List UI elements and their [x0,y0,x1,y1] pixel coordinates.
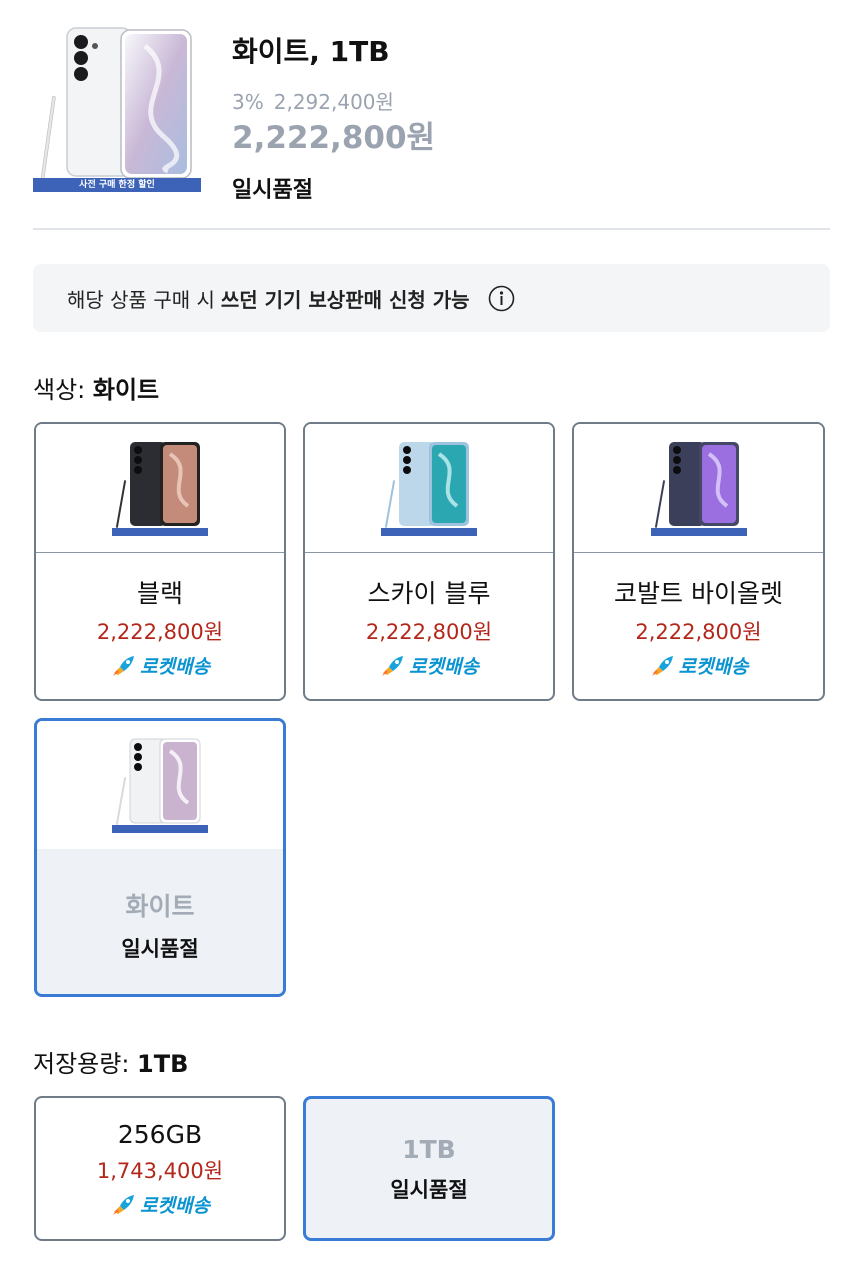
option-image [37,721,283,850]
delivery-label: 로켓배송 [409,656,479,678]
rocket-icon [113,1194,135,1215]
sale-price: 2,222,800원 [232,120,436,156]
original-price-row: 3% 2,292,400원 [232,86,394,115]
product-image-banner: 사전 구매 한정 할인 [79,180,155,190]
rocket-icon [113,655,135,676]
option-name: 스카이 블루 [367,579,491,608]
delivery-label: 로켓배송 [678,656,749,678]
option-image [36,424,284,553]
color-option-black[interactable]: 블랙 2,222,800원 로켓배송 [34,422,286,701]
delivery-label: 로켓배송 [140,656,210,678]
stock-status: 일시품절 [232,178,313,203]
option-name: 1TB [402,1135,456,1164]
rocket-delivery-badge: 로켓배송 [574,652,823,679]
color-option-white[interactable]: 화이트 일시품절 [34,718,286,997]
product-image: 사전 구매 한정 할인 [33,26,203,196]
selected-color: 화이트 [92,376,160,404]
option-price: 2,222,800원 [365,620,493,644]
trade-in-notice: 해당 상품 구매 시 쓰던 기기 보상판매 신청 가능 [33,264,830,332]
storage-option-1tb[interactable]: 1TB 일시품절 [303,1096,555,1241]
option-name: 블랙 [136,579,183,608]
rocket-delivery-badge: 로켓배송 [36,652,284,679]
rocket-icon [651,655,673,676]
option-name: 화이트 [125,892,195,921]
discount-percent: 3% [232,90,264,114]
option-image [305,424,553,553]
option-price: 2,222,800원 [96,620,224,644]
rocket-delivery-badge: 로켓배송 [36,1191,284,1218]
divider [33,228,830,230]
notice-text: 해당 상품 구매 시 [67,287,215,312]
option-image [574,424,823,553]
option-info: 화이트 일시품절 [37,849,283,994]
color-section-title: 색상: 화이트 [33,370,159,405]
rocket-icon [382,655,404,676]
option-price: 1,743,400원 [96,1159,224,1183]
option-info: 코발트 바이올렛 2,222,800원 로켓배송 [574,552,823,699]
selected-storage: 1TB [137,1050,189,1078]
storage-option-256gb[interactable]: 256GB 1,743,400원 로켓배송 [34,1096,286,1241]
option-info: 블랙 2,222,800원 로켓배송 [36,552,284,699]
color-label: 색상: [33,376,86,404]
option-price: 2,222,800원 [635,620,762,644]
storage-section-title: 저장용량: 1TB [33,1044,188,1079]
color-option-sky-blue[interactable]: 스카이 블루 2,222,800원 로켓배송 [303,422,555,701]
option-status: 일시품절 [121,937,199,961]
option-status: 일시품절 [390,1178,468,1202]
option-name: 256GB [117,1120,203,1149]
option-info: 스카이 블루 2,222,800원 로켓배송 [305,552,553,699]
notice-bold-text: 쓰던 기기 보상판매 신청 가능 [220,287,470,312]
original-price: 2,292,400원 [273,90,394,114]
color-option-cobalt-violet[interactable]: 코발트 바이올렛 2,222,800원 로켓배송 [572,422,825,701]
option-name: 코발트 바이올렛 [614,579,783,608]
info-icon[interactable] [488,285,515,312]
rocket-delivery-badge: 로켓배송 [305,652,553,679]
storage-label: 저장용량: [33,1050,130,1078]
product-title: 화이트, 1TB [232,35,390,68]
delivery-label: 로켓배송 [140,1195,210,1217]
